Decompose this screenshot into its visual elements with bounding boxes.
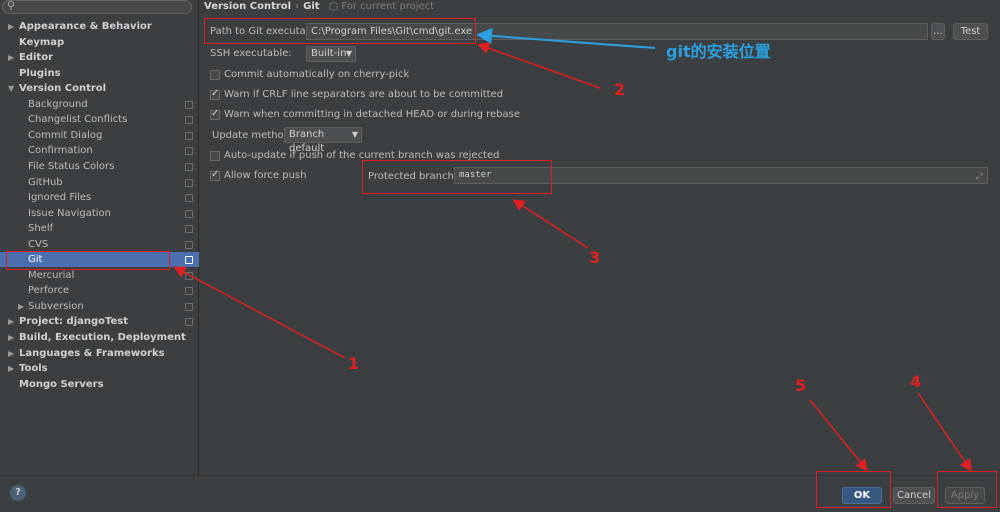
annotation-number-4: 4 bbox=[910, 372, 922, 391]
annotation-arrows bbox=[173, 27, 972, 472]
arrow-5 bbox=[809, 399, 868, 472]
arrow-4 bbox=[917, 392, 972, 472]
annotation-number-3: 3 bbox=[589, 248, 601, 267]
blue-arrow bbox=[476, 27, 656, 49]
annotation-number-1: 1 bbox=[348, 354, 360, 373]
annotation-number-2: 2 bbox=[614, 80, 626, 99]
annotation-number-5: 5 bbox=[795, 376, 807, 395]
arrow-1 bbox=[173, 266, 346, 359]
annotation-note: git的安装位置 bbox=[666, 42, 771, 61]
arrow-2 bbox=[477, 42, 601, 89]
arrow-3 bbox=[512, 199, 589, 249]
